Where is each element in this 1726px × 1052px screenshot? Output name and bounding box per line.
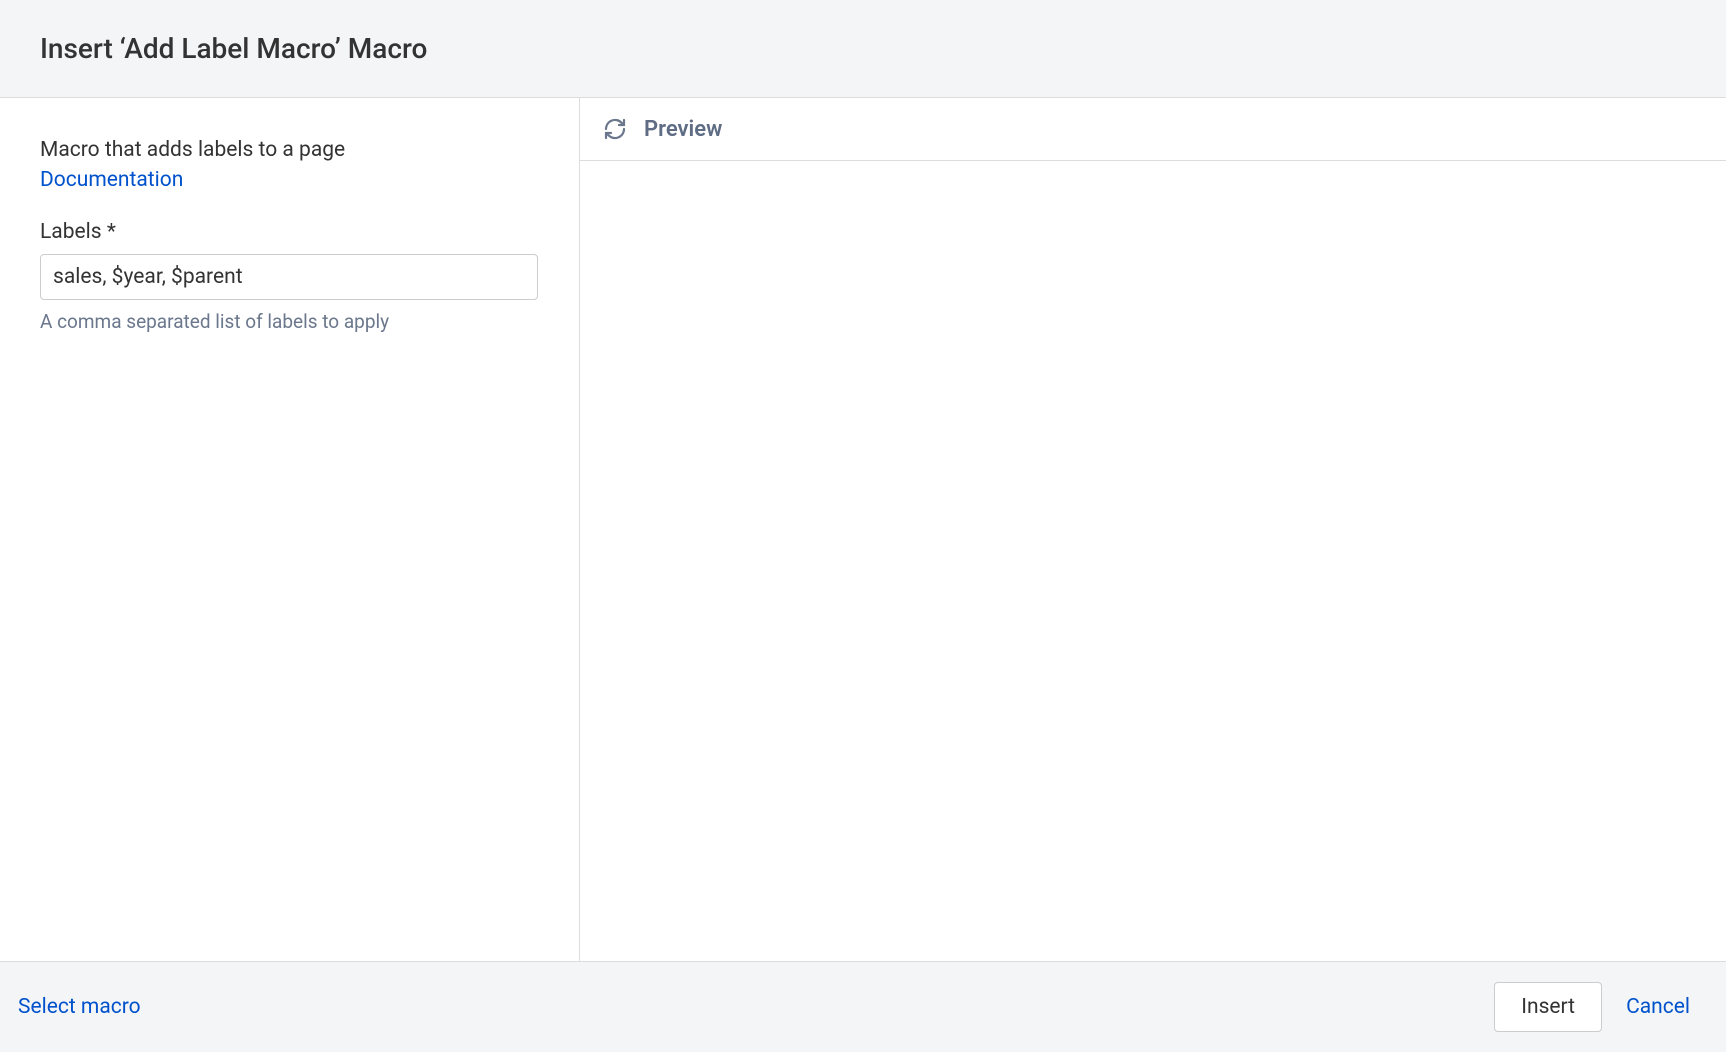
preview-title: Preview bbox=[644, 117, 722, 142]
labels-field-label: Labels * bbox=[40, 220, 539, 244]
labels-input[interactable] bbox=[40, 254, 538, 300]
preview-panel: Preview bbox=[580, 98, 1726, 961]
insert-button[interactable]: Insert bbox=[1494, 982, 1602, 1032]
macro-dialog: Insert ‘Add Label Macro’ Macro Macro tha… bbox=[0, 0, 1726, 1052]
dialog-footer: Select macro Insert Cancel bbox=[0, 961, 1726, 1052]
dialog-header: Insert ‘Add Label Macro’ Macro bbox=[0, 0, 1726, 98]
macro-description: Macro that adds labels to a page bbox=[40, 138, 539, 162]
dialog-title: Insert ‘Add Label Macro’ Macro bbox=[40, 32, 1686, 65]
config-panel: Macro that adds labels to a page Documen… bbox=[0, 98, 580, 961]
footer-left: Select macro bbox=[18, 995, 141, 1019]
documentation-link[interactable]: Documentation bbox=[40, 168, 183, 192]
preview-header: Preview bbox=[580, 98, 1726, 161]
preview-content bbox=[580, 161, 1726, 961]
labels-field-help: A comma separated list of labels to appl… bbox=[40, 310, 539, 333]
dialog-body: Macro that adds labels to a page Documen… bbox=[0, 98, 1726, 961]
select-macro-link[interactable]: Select macro bbox=[18, 995, 141, 1019]
refresh-icon[interactable] bbox=[602, 116, 628, 142]
cancel-button[interactable]: Cancel bbox=[1626, 995, 1690, 1019]
footer-right: Insert Cancel bbox=[1494, 982, 1690, 1032]
labels-field-group: Labels * A comma separated list of label… bbox=[40, 220, 539, 333]
